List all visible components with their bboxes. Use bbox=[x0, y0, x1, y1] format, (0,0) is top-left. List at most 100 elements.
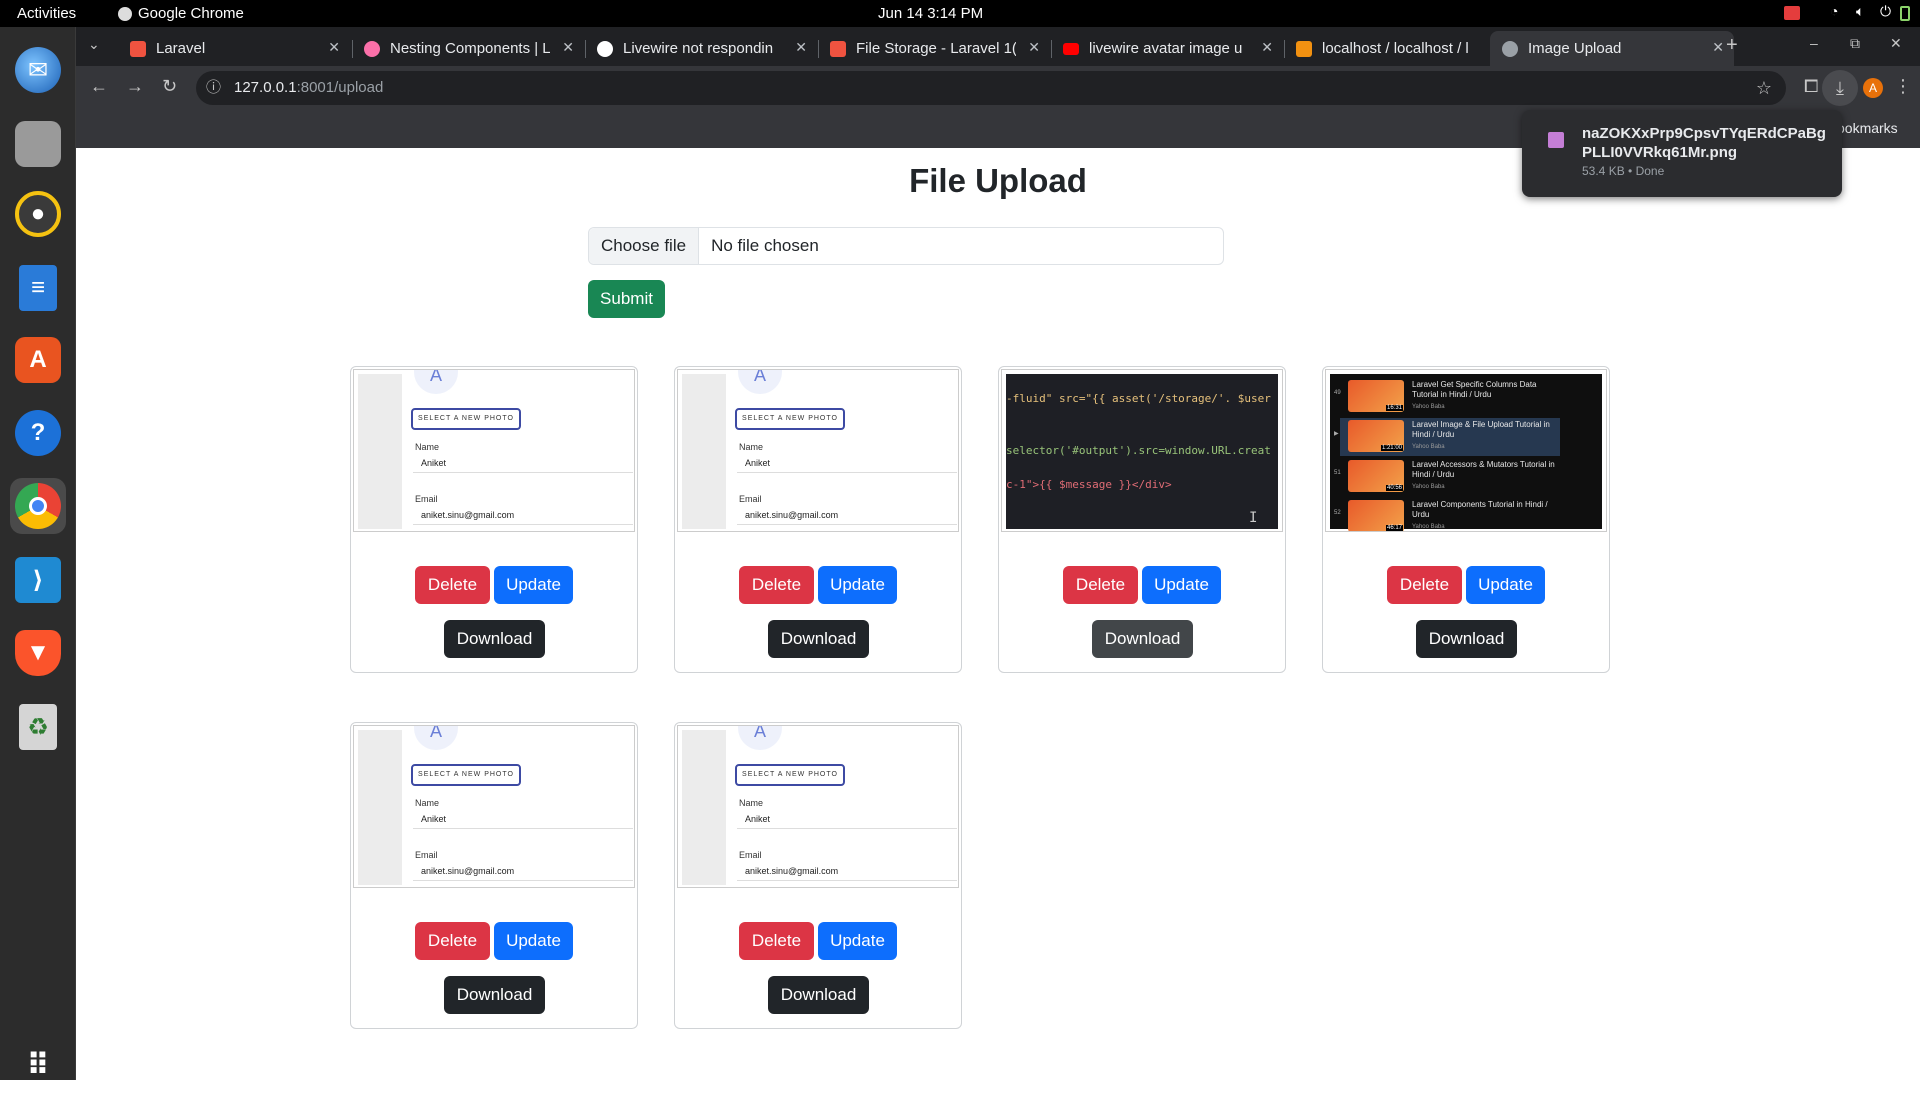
youtube-screenshot: 49 16:31 Laravel Get Specific Columns Da… bbox=[1330, 374, 1602, 531]
info-icon[interactable]: ⓘ bbox=[206, 71, 221, 105]
dock-help[interactable]: ? bbox=[10, 405, 66, 461]
update-button[interactable]: Update bbox=[494, 922, 573, 960]
youtube-favicon bbox=[1063, 42, 1079, 55]
clock[interactable]: Jun 14 3:14 PM bbox=[878, 5, 983, 22]
dock-writer[interactable]: ≡ bbox=[10, 260, 66, 316]
thumb-email-field: aniket.sinu@gmail.com bbox=[413, 505, 633, 525]
tab-file-storage[interactable]: File Storage - Laravel 1( ✕ bbox=[818, 31, 1050, 66]
update-button[interactable]: Update bbox=[818, 566, 897, 604]
wifi-icon[interactable]: ◔ bbox=[1830, 3, 1838, 19]
delete-button[interactable]: Delete bbox=[739, 922, 814, 960]
extensions-icon[interactable]: ⧠ bbox=[1804, 76, 1818, 97]
delete-button[interactable]: Delete bbox=[739, 566, 814, 604]
tab-livewire-issue[interactable]: Livewire not respondin ✕ bbox=[585, 31, 817, 66]
thumb-sidebar bbox=[358, 374, 402, 529]
activities-button[interactable]: Activities bbox=[17, 5, 76, 22]
tab-title: livewire avatar image u bbox=[1089, 40, 1243, 57]
playlist-item: ▶ 1:21:00 Laravel Image & File Upload Tu… bbox=[1334, 418, 1560, 456]
forward-icon[interactable]: → bbox=[126, 76, 144, 97]
video-duration: 46:17 bbox=[1385, 525, 1403, 531]
tab-search-icon[interactable]: ⌄ bbox=[88, 36, 100, 53]
playlist-item: 51 40:56 Laravel Accessors & Mutators Tu… bbox=[1334, 458, 1560, 496]
tab-title: Nesting Components | L bbox=[390, 40, 550, 57]
video-channel: Yahoo Baba bbox=[1412, 444, 1445, 450]
all-bookmarks-label[interactable]: ookmarks bbox=[1837, 120, 1898, 136]
dock-app-center[interactable]: A bbox=[10, 332, 66, 388]
close-tab-icon[interactable]: ✕ bbox=[1712, 39, 1724, 56]
thumb-avatar: A bbox=[414, 370, 458, 394]
libreoffice-writer-icon: ≡ bbox=[19, 265, 57, 311]
tab-laravel[interactable]: Laravel ✕ bbox=[118, 31, 350, 66]
update-button[interactable]: Update bbox=[1466, 566, 1545, 604]
close-tab-icon[interactable]: ✕ bbox=[328, 39, 340, 56]
update-button[interactable]: Update bbox=[494, 566, 573, 604]
download-button[interactable]: Download bbox=[768, 976, 869, 1014]
menu-icon[interactable]: ⋮ bbox=[1894, 76, 1912, 97]
delete-button[interactable]: Delete bbox=[1387, 566, 1462, 604]
uploaded-image: 49 16:31 Laravel Get Specific Columns Da… bbox=[1325, 369, 1607, 532]
close-tab-icon[interactable]: ✕ bbox=[795, 39, 807, 56]
show-apps-button[interactable]: ⠿ bbox=[10, 1037, 66, 1093]
tab-nesting-components[interactable]: Nesting Components | L ✕ bbox=[352, 31, 584, 66]
tab-image-upload[interactable]: Image Upload ✕ bbox=[1490, 31, 1734, 66]
vscode-icon: ⟩ bbox=[15, 557, 61, 603]
github-favicon bbox=[597, 40, 613, 57]
download-bubble[interactable]: naZOKXxPrp9CpsvTYqERdCPaBgPLLI0VVRkq61Mr… bbox=[1522, 110, 1842, 197]
file-input[interactable]: Choose file No file chosen bbox=[588, 227, 1224, 265]
download-filename[interactable]: naZOKXxPrp9CpsvTYqERdCPaBgPLLI0VVRkq61Mr… bbox=[1582, 124, 1830, 162]
thumb-email-field: aniket.sinu@gmail.com bbox=[737, 861, 957, 881]
close-tab-icon[interactable]: ✕ bbox=[1028, 39, 1040, 56]
address-bar[interactable]: ⓘ 127.0.0.1:8001/upload ☆ bbox=[196, 71, 1786, 105]
dock-chrome[interactable] bbox=[10, 478, 66, 534]
volume-icon[interactable]: 🔈︎ bbox=[1856, 3, 1864, 20]
back-icon[interactable]: ← bbox=[90, 76, 108, 97]
update-button[interactable]: Update bbox=[818, 922, 897, 960]
dock-thunderbird[interactable]: ✉ bbox=[10, 42, 66, 98]
submit-button[interactable]: Submit bbox=[588, 280, 665, 318]
power-icon[interactable]: ⏻ bbox=[1880, 3, 1891, 20]
dock-files[interactable] bbox=[10, 116, 66, 172]
image-card: A SELECT A NEW PHOTO Name Aniket Email a… bbox=[674, 722, 962, 1029]
active-app-menu[interactable]: Google Chrome bbox=[118, 5, 244, 22]
update-button[interactable]: Update bbox=[1142, 566, 1221, 604]
tab-phpmyadmin[interactable]: localhost / localhost / l✕ bbox=[1284, 31, 1516, 66]
video-thumbnail: 46:17 bbox=[1348, 500, 1404, 531]
screen-share-icon[interactable] bbox=[1784, 6, 1800, 20]
restore-icon[interactable]: ⧉ bbox=[1850, 35, 1860, 52]
close-tab-icon[interactable]: ✕ bbox=[562, 39, 574, 56]
dock-brave[interactable]: ▼ bbox=[10, 625, 66, 681]
profile-avatar[interactable]: A bbox=[1863, 78, 1883, 98]
minimize-icon[interactable]: – bbox=[1810, 35, 1818, 51]
browser-toolbar: ← → ↻ ⓘ 127.0.0.1:8001/upload ☆ ⧠ ⤓ A ⋮ bbox=[76, 66, 1920, 110]
image-card: -fluid" src="{{ asset('/storage/'. $user… bbox=[998, 366, 1286, 673]
delete-button[interactable]: Delete bbox=[1063, 566, 1138, 604]
close-window-icon[interactable]: ✕ bbox=[1890, 35, 1902, 52]
download-button[interactable]: Download bbox=[444, 976, 545, 1014]
downloads-icon[interactable]: ⤓ bbox=[1822, 70, 1858, 106]
dock-vscode[interactable]: ⟩ bbox=[10, 552, 66, 608]
choose-file-button[interactable]: Choose file bbox=[589, 228, 700, 264]
page-content: File Upload Choose file No file chosen S… bbox=[76, 148, 1920, 1080]
tab-title: File Storage - Laravel 1( bbox=[856, 40, 1016, 57]
download-button[interactable]: Download bbox=[1092, 620, 1193, 658]
delete-button[interactable]: Delete bbox=[415, 566, 490, 604]
app-center-icon: A bbox=[15, 337, 61, 383]
battery-icon[interactable] bbox=[1900, 6, 1910, 21]
playlist-index: 49 bbox=[1334, 390, 1341, 396]
tab-title: Livewire not respondin bbox=[623, 40, 774, 57]
new-tab-button[interactable]: + bbox=[1726, 34, 1738, 57]
dock-rhythmbox[interactable]: ● bbox=[10, 186, 66, 242]
tab-youtube[interactable]: livewire avatar image u ✕ bbox=[1051, 31, 1283, 66]
delete-button[interactable]: Delete bbox=[415, 922, 490, 960]
close-tab-icon[interactable]: ✕ bbox=[1261, 39, 1273, 56]
dock-trash[interactable]: ♻ bbox=[10, 699, 66, 755]
thumb-sidebar bbox=[682, 730, 726, 885]
download-button[interactable]: Download bbox=[444, 620, 545, 658]
uploaded-image: A SELECT A NEW PHOTO Name Aniket Email a… bbox=[353, 725, 635, 888]
download-button[interactable]: Download bbox=[768, 620, 869, 658]
download-button[interactable]: Download bbox=[1416, 620, 1517, 658]
reload-icon[interactable]: ↻ bbox=[162, 76, 177, 97]
playlist-item: 52 46:17 Laravel Components Tutorial in … bbox=[1334, 498, 1560, 531]
laravel-favicon bbox=[830, 40, 846, 57]
bookmark-star-icon[interactable]: ☆ bbox=[1756, 71, 1772, 105]
